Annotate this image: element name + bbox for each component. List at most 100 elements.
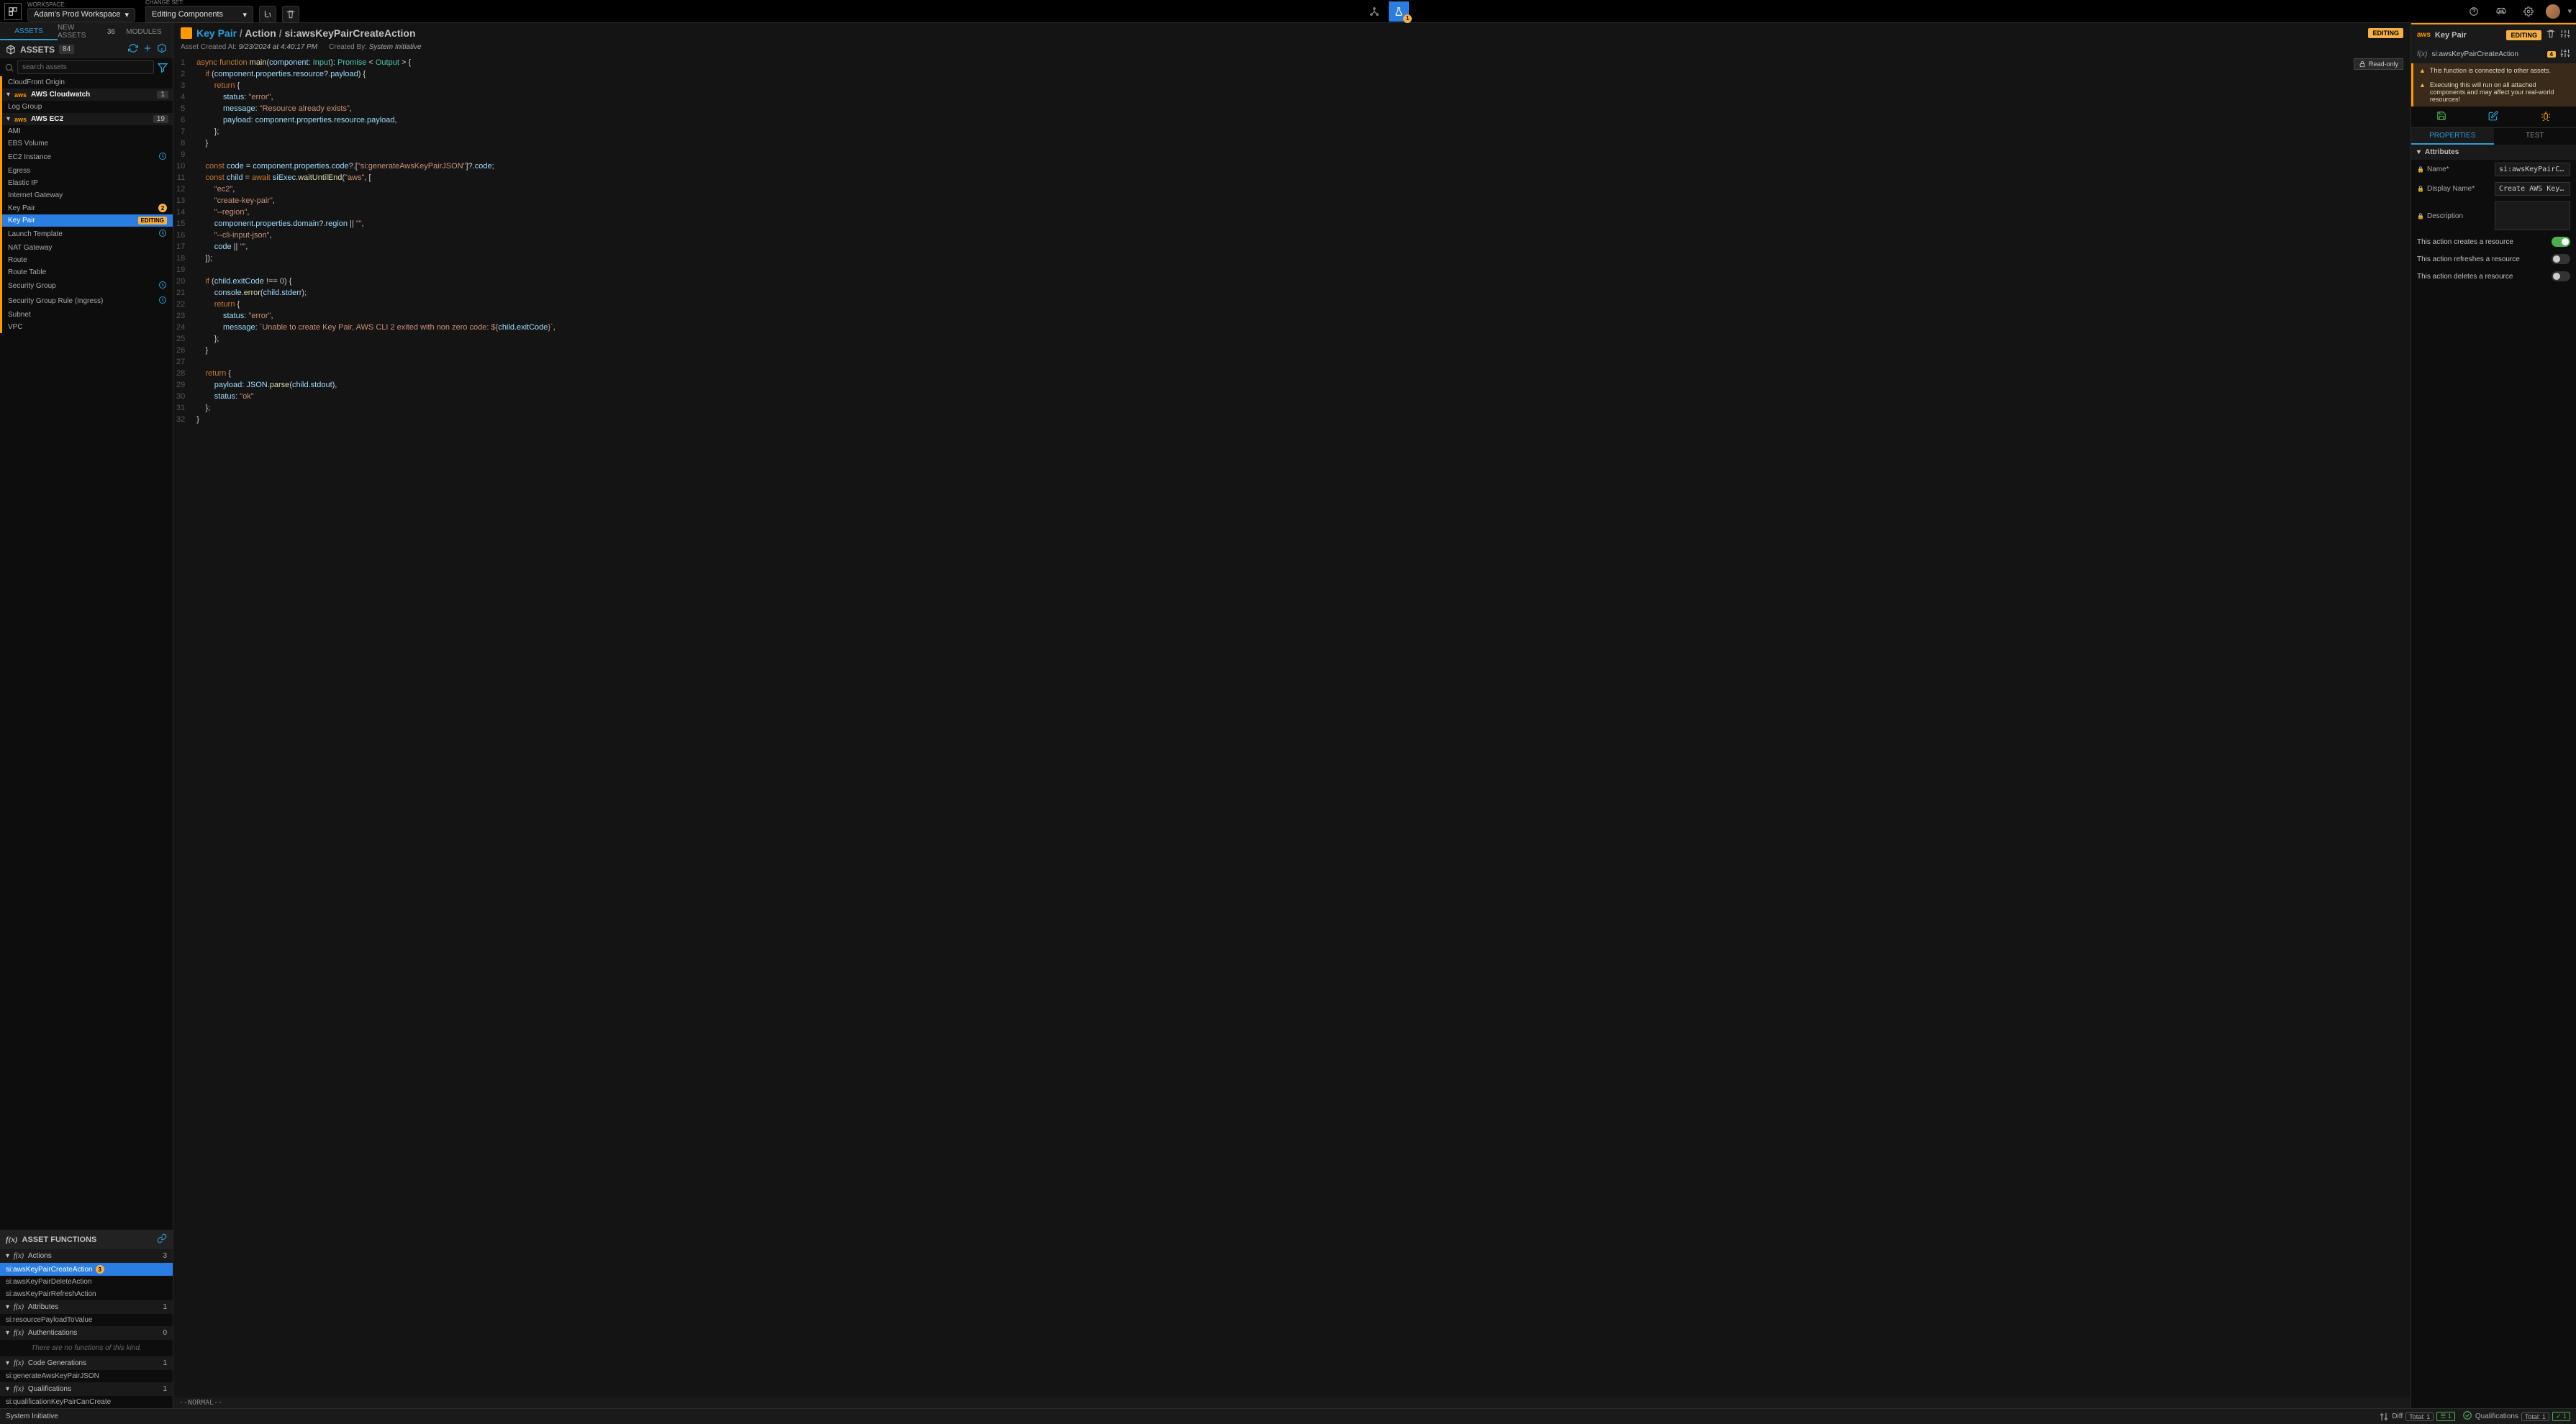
- checkmark-icon: [2462, 1410, 2472, 1423]
- fx-icon: f(x): [14, 1252, 24, 1260]
- settings-icon[interactable]: [2560, 48, 2570, 60]
- func-section-header[interactable]: f(x)Actions3: [0, 1249, 173, 1263]
- code-editor[interactable]: Read-only 123456789101112131415161718192…: [173, 55, 2411, 1397]
- help-button[interactable]: [2464, 1, 2484, 22]
- tree-item[interactable]: Internet Gateway: [0, 189, 173, 201]
- brand-label: System Initiative: [6, 1412, 58, 1420]
- func-item[interactable]: si:generateAwsKeyPairJSON: [0, 1370, 173, 1382]
- func-section-header[interactable]: f(x)Authentications0: [0, 1326, 173, 1340]
- tab-modules[interactable]: MODULES: [115, 23, 173, 40]
- func-name: si:awsKeyPairRefreshAction: [6, 1290, 96, 1298]
- readonly-label: Read-only: [2369, 60, 2398, 68]
- diff-status[interactable]: Diff Total: 1 ☰ 1: [2379, 1412, 2454, 1422]
- crumb-asset[interactable]: Key Pair: [196, 27, 237, 39]
- code-content: async function main(component: Input): P…: [191, 55, 561, 1397]
- item-name: EC2 Instance: [8, 153, 155, 161]
- chevron-down-icon[interactable]: [2567, 6, 2572, 16]
- func-section-header[interactable]: f(x)Code Generations1: [0, 1356, 173, 1370]
- workspace-dropdown[interactable]: Adam's Prod Workspace: [27, 8, 135, 22]
- tab-test[interactable]: TEST: [2494, 128, 2576, 145]
- tree-item[interactable]: AMI: [0, 125, 173, 137]
- tree-item[interactable]: EBS Volume: [0, 137, 173, 150]
- edit-icon[interactable]: [2488, 111, 2498, 123]
- tree-item[interactable]: Security Group Rule (Ingress): [0, 294, 173, 309]
- search-input[interactable]: [17, 60, 154, 74]
- attributes-header-label: Attributes: [2425, 148, 2459, 156]
- delete-changeset-button[interactable]: [282, 6, 299, 23]
- right-panel: aws Key Pair EDITING f(x) si:awsKeyPairC…: [2411, 23, 2576, 1408]
- tree-item[interactable]: Elastic IP: [0, 177, 173, 189]
- func-name: si:resourcePayloadToValue: [6, 1316, 92, 1324]
- tree-item[interactable]: Egress: [0, 165, 173, 177]
- assets-header: ASSETS 84: [0, 40, 173, 58]
- fx-icon: f(x): [14, 1303, 24, 1311]
- settings-icon[interactable]: [2560, 29, 2570, 41]
- editor-meta: Asset Created At: 9/23/2024 at 4:40:17 P…: [173, 43, 2411, 55]
- toggle-switch[interactable]: [2552, 254, 2570, 264]
- refresh-icon[interactable]: [128, 43, 138, 55]
- merge-button[interactable]: [259, 6, 276, 23]
- func-item[interactable]: si:resourcePayloadToValue: [0, 1314, 173, 1326]
- bug-icon[interactable]: [2541, 111, 2551, 123]
- qualifications-status[interactable]: Qualifications Total: 1 ✓ 1: [2462, 1410, 2570, 1423]
- changeset-value: Editing Components: [152, 10, 223, 19]
- tree-item[interactable]: Subnet: [0, 309, 173, 321]
- app-logo[interactable]: [4, 3, 22, 20]
- tree-item[interactable]: Security Group: [0, 278, 173, 294]
- attr-value[interactable]: [2495, 201, 2570, 230]
- assets-title: ASSETS: [20, 45, 55, 55]
- func-item[interactable]: si:awsKeyPairRefreshAction: [0, 1288, 173, 1300]
- func-item[interactable]: si:awsKeyPairCreateAction3: [0, 1263, 173, 1276]
- tree-item[interactable]: CloudFront Origin: [0, 76, 173, 89]
- tab-assets[interactable]: ASSETS: [0, 23, 58, 40]
- qual-badge: ✓ 1: [2552, 1412, 2570, 1421]
- tab-new-assets[interactable]: NEW ASSETS 36: [58, 23, 115, 40]
- attributes-section[interactable]: Attributes: [2411, 145, 2576, 160]
- crumb-action: Action: [245, 27, 276, 39]
- func-section-header[interactable]: f(x)Attributes1: [0, 1300, 173, 1314]
- toggle-switch[interactable]: [2552, 237, 2570, 247]
- link-icon[interactable]: [157, 1233, 167, 1246]
- func-section-header[interactable]: f(x)Qualifications1: [0, 1382, 173, 1396]
- group-name: AWS EC2: [31, 115, 149, 123]
- section-count: 0: [163, 1329, 167, 1337]
- item-name: NAT Gateway: [8, 244, 167, 252]
- tree-item[interactable]: EC2 Instance: [0, 150, 173, 165]
- tree-item[interactable]: Route Table: [0, 266, 173, 278]
- tab-properties[interactable]: PROPERTIES: [2411, 128, 2494, 145]
- tree-item[interactable]: Key Pair2: [0, 201, 173, 214]
- tree-item[interactable]: Launch Template: [0, 227, 173, 242]
- tree-item[interactable]: Log Group: [0, 101, 173, 113]
- tree-group[interactable]: awsAWS Cloudwatch1: [0, 89, 173, 101]
- tree-item[interactable]: Key PairEDITING: [0, 214, 173, 227]
- tree-group[interactable]: awsAWS EC219: [0, 113, 173, 125]
- lab-view-button[interactable]: 1: [1389, 1, 1409, 22]
- add-icon[interactable]: [142, 43, 153, 55]
- graph-view-button[interactable]: [1364, 1, 1384, 22]
- func-item[interactable]: si:awsKeyPairDeleteAction: [0, 1276, 173, 1288]
- import-icon[interactable]: [157, 43, 167, 55]
- settings-button[interactable]: [2518, 1, 2539, 22]
- attr-value[interactable]: si:awsKeyPairCreat…: [2495, 163, 2570, 176]
- tree-item[interactable]: Route: [0, 254, 173, 266]
- func-name: si:awsKeyPairDeleteAction: [6, 1278, 92, 1286]
- contrib-icon: [158, 281, 167, 291]
- toggle-label: This action creates a resource: [2417, 238, 2552, 246]
- item-name: Elastic IP: [8, 179, 167, 187]
- right-tabs: PROPERTIES TEST: [2411, 128, 2576, 145]
- toggle-switch[interactable]: [2552, 271, 2570, 281]
- changeset-dropdown[interactable]: Editing Components: [145, 6, 253, 23]
- contrib-icon: [158, 229, 167, 240]
- qual-label: Qualifications: [2475, 1412, 2518, 1420]
- tree-item[interactable]: NAT Gateway: [0, 242, 173, 254]
- chevron-down-icon: [6, 1303, 9, 1311]
- filter-icon[interactable]: [157, 62, 168, 73]
- user-avatar[interactable]: [2546, 4, 2560, 19]
- trash-icon[interactable]: [2546, 29, 2556, 41]
- func-item[interactable]: si:qualificationKeyPairCanCreate: [0, 1396, 173, 1408]
- discord-button[interactable]: [2491, 1, 2511, 22]
- tree-item[interactable]: VPC: [0, 321, 173, 333]
- save-icon[interactable]: [2436, 111, 2446, 123]
- group-count: 1: [157, 91, 168, 99]
- attr-value[interactable]: Create AWS Key Pair: [2495, 182, 2570, 196]
